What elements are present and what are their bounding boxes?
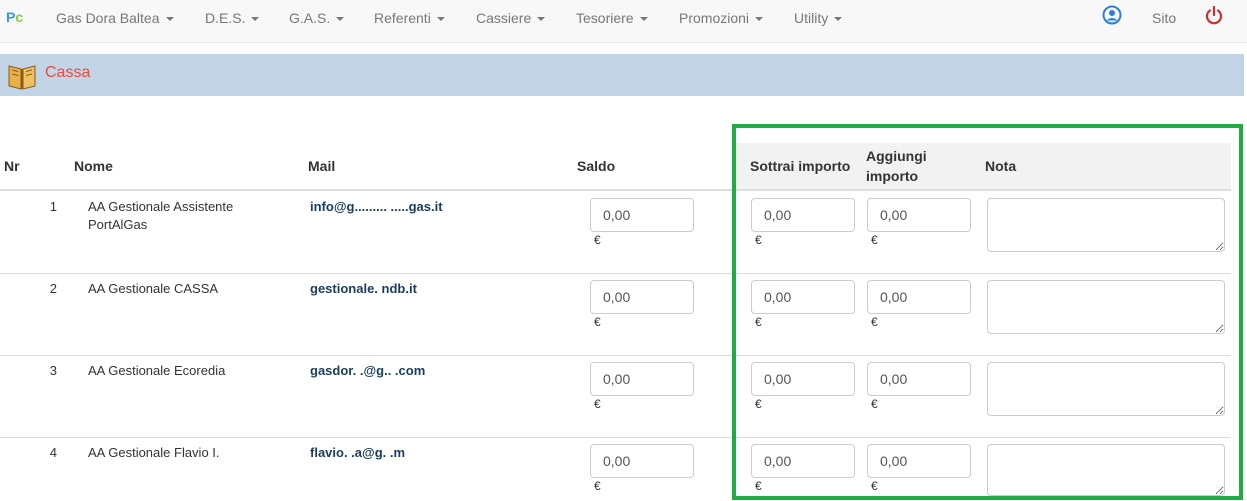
book-icon <box>8 65 36 90</box>
row-1-mail: info@g......... .....gas.it <box>310 199 443 214</box>
row-4-sottrai-input[interactable] <box>751 444 855 478</box>
row-divider <box>0 437 1231 438</box>
row-1-aggiungi-input[interactable] <box>867 198 971 232</box>
row-3-nr: 3 <box>49 363 57 378</box>
row-2-aggiungi-input[interactable] <box>867 280 971 314</box>
row-1-saldo-input[interactable] <box>590 198 694 232</box>
row-divider <box>0 355 1231 356</box>
row-2-saldo-input[interactable] <box>590 280 694 314</box>
row-3-saldo-input[interactable] <box>590 362 694 396</box>
header-aggiungi-importo-line2: importo <box>866 168 919 184</box>
header-nota: Nota <box>985 158 1017 174</box>
row-4-saldo-currency: € <box>594 479 601 493</box>
row-3-sottrai-currency: € <box>755 397 762 411</box>
power-icon[interactable] <box>1204 5 1224 25</box>
row-2-sottrai-input[interactable] <box>751 280 855 314</box>
chevron-down-icon <box>165 17 174 22</box>
row-divider <box>0 273 1231 274</box>
row-3-name: AA Gestionale Ecoredia <box>88 363 226 378</box>
row-1-sottrai-input[interactable] <box>751 198 855 232</box>
row-1-name: AA Gestionale Assistente PortAlGas <box>88 199 234 232</box>
sito-link[interactable]: Sito <box>1152 10 1176 26</box>
header-nr: Nr <box>4 158 20 174</box>
row-1-sottrai-currency: € <box>755 233 762 247</box>
header-sottrai-importo: Sottrai importo <box>750 158 851 174</box>
row-4-nota-textarea[interactable] <box>987 444 1225 496</box>
row-3-sottrai-input[interactable] <box>751 362 855 396</box>
chevron-down-icon <box>336 17 345 22</box>
row-1-saldo-currency: € <box>594 233 601 247</box>
menu-utility[interactable]: Utility <box>794 10 843 26</box>
header-saldo: Saldo <box>577 158 616 174</box>
chevron-down-icon <box>436 17 445 22</box>
row-3-nota-textarea[interactable] <box>987 362 1225 416</box>
menu-cassiere[interactable]: Cassiere <box>476 10 546 26</box>
header-nome: Nome <box>74 158 113 174</box>
header-divider <box>0 189 1231 191</box>
row-2-saldo-currency: € <box>594 315 601 329</box>
menu-des[interactable]: D.E.S. <box>205 10 260 26</box>
row-4-sottrai-currency: € <box>755 479 762 493</box>
row-4-nr: 4 <box>49 445 57 460</box>
row-2-nr: 2 <box>49 281 57 296</box>
row-3-aggiungi-input[interactable] <box>867 362 971 396</box>
user-icon[interactable] <box>1102 5 1122 25</box>
row-2-sottrai-currency: € <box>755 315 762 329</box>
row-4-aggiungi-input[interactable] <box>867 444 971 478</box>
row-2-mail: gestionale. ndb.it <box>310 281 417 296</box>
chevron-down-icon <box>639 17 648 22</box>
row-3-saldo-currency: € <box>594 397 601 411</box>
row-4-saldo-input[interactable] <box>590 444 694 478</box>
menu-gas-dora-baltea[interactable]: Gas Dora Baltea <box>56 10 174 26</box>
row-3-aggiungi-currency: € <box>871 397 878 411</box>
row-2-aggiungi-currency: € <box>871 315 878 329</box>
row-1-aggiungi-currency: € <box>871 233 878 247</box>
row-3-mail: gasdor. .@g.. .com <box>310 363 426 378</box>
row-1-nota-textarea[interactable] <box>987 198 1225 252</box>
chevron-down-icon <box>834 17 843 22</box>
row-2-name: AA Gestionale CASSA <box>88 281 219 296</box>
menu-referenti[interactable]: Referenti <box>374 10 445 26</box>
row-4-aggiungi-currency: € <box>871 479 878 493</box>
app-logo[interactable]: Pc <box>6 9 23 25</box>
chevron-down-icon <box>755 17 764 22</box>
page-title: Cassa <box>45 64 91 81</box>
menu-tesoriere[interactable]: Tesoriere <box>576 10 648 26</box>
row-2-nota-textarea[interactable] <box>987 280 1225 334</box>
chevron-down-icon <box>251 17 260 22</box>
top-navbar: Pc Gas Dora Baltea D.E.S. G.A.S. Referen… <box>0 0 1247 43</box>
title-band <box>0 54 1244 96</box>
menu-promozioni[interactable]: Promozioni <box>679 10 764 26</box>
row-4-name: AA Gestionale Flavio I. <box>88 445 220 460</box>
chevron-down-icon <box>537 17 546 22</box>
row-4-mail: flavio. .a@g. .m <box>310 445 406 460</box>
header-aggiungi-importo-line1: Aggiungi <box>866 148 927 164</box>
row-1-nr: 1 <box>49 199 57 214</box>
menu-gas[interactable]: G.A.S. <box>289 10 345 26</box>
header-mail: Mail <box>308 158 336 174</box>
